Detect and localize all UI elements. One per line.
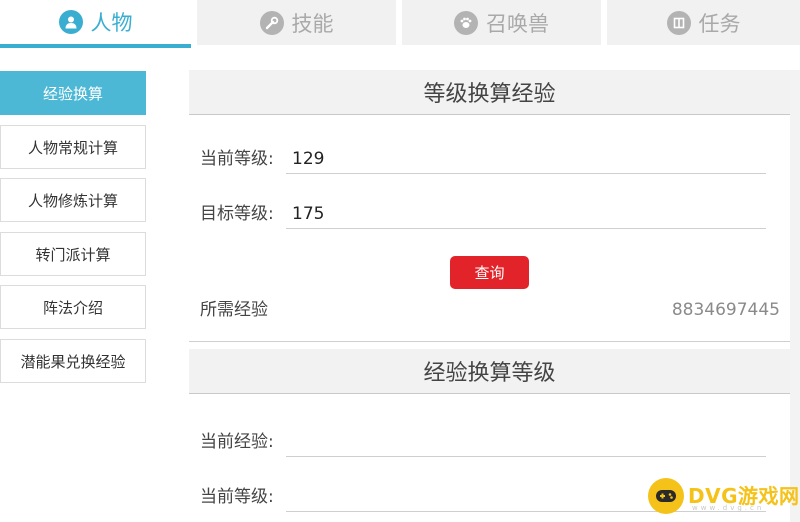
level-to-exp-header: 等级换算经验 <box>189 70 790 115</box>
tab-summon-beast[interactable]: 召唤兽 <box>402 0 601 45</box>
tab-tasks[interactable]: 任务 <box>607 0 800 45</box>
target-level-label: 目标等级: <box>200 204 274 224</box>
beast-icon <box>454 10 478 35</box>
current-level-input[interactable] <box>286 144 766 174</box>
sidebar-item-cultivation-calc[interactable]: 人物修炼计算 <box>0 178 146 222</box>
sidebar-item-formation-intro[interactable]: 阵法介绍 <box>0 285 146 329</box>
top-tab-bar: 人物 技能 召唤兽 任务 <box>0 0 800 50</box>
sidebar-item-potential-fruit-exp[interactable]: 潜能果兑换经验 <box>0 339 146 383</box>
sidebar-item-label: 转门派计算 <box>35 245 111 264</box>
query-button[interactable]: 查询 <box>450 256 529 289</box>
watermark: DVG游戏网 www.dvg.cn <box>648 474 799 518</box>
current-level-label-2: 当前等级: <box>200 487 274 507</box>
sidebar-item-label: 人物常规计算 <box>27 138 118 157</box>
tab-label: 人物 <box>90 11 133 35</box>
tab-character[interactable]: 人物 <box>0 0 191 48</box>
current-level-label: 当前等级: <box>200 149 274 169</box>
tab-label: 技能 <box>291 11 334 36</box>
book-icon <box>666 10 691 35</box>
sidebar-item-character-calc[interactable]: 人物常规计算 <box>0 125 146 169</box>
person-icon <box>58 10 83 34</box>
tab-skills[interactable]: 技能 <box>197 0 396 45</box>
section-title: 等级换算经验 <box>423 82 556 107</box>
sidebar-item-sect-transfer-calc[interactable]: 转门派计算 <box>0 232 146 276</box>
watermark-subtext: www.dvg.cn <box>692 504 765 512</box>
tab-label: 召唤兽 <box>486 11 549 36</box>
section-title: 经验换算等级 <box>423 361 556 386</box>
target-level-input[interactable] <box>286 199 766 229</box>
sidebar-item-label: 人物修炼计算 <box>27 191 118 210</box>
exp-to-level-header: 经验换算等级 <box>189 349 790 394</box>
gamepad-icon <box>648 478 684 514</box>
sidebar-item-label: 潜能果兑换经验 <box>20 352 126 371</box>
required-exp-label: 所需经验 <box>200 300 268 320</box>
tab-label: 任务 <box>698 11 741 36</box>
sidebar-item-label: 经验换算 <box>42 84 103 103</box>
required-exp-value: 8834697445 <box>671 300 780 320</box>
section-divider <box>189 341 790 342</box>
current-exp-label: 当前经验: <box>200 432 274 452</box>
scrollbar[interactable] <box>790 70 800 522</box>
wrench-icon <box>259 10 284 35</box>
current-exp-input[interactable] <box>286 427 766 457</box>
sidebar-item-label: 阵法介绍 <box>42 298 103 317</box>
sidebar-item-exp-conversion[interactable]: 经验换算 <box>0 71 146 115</box>
